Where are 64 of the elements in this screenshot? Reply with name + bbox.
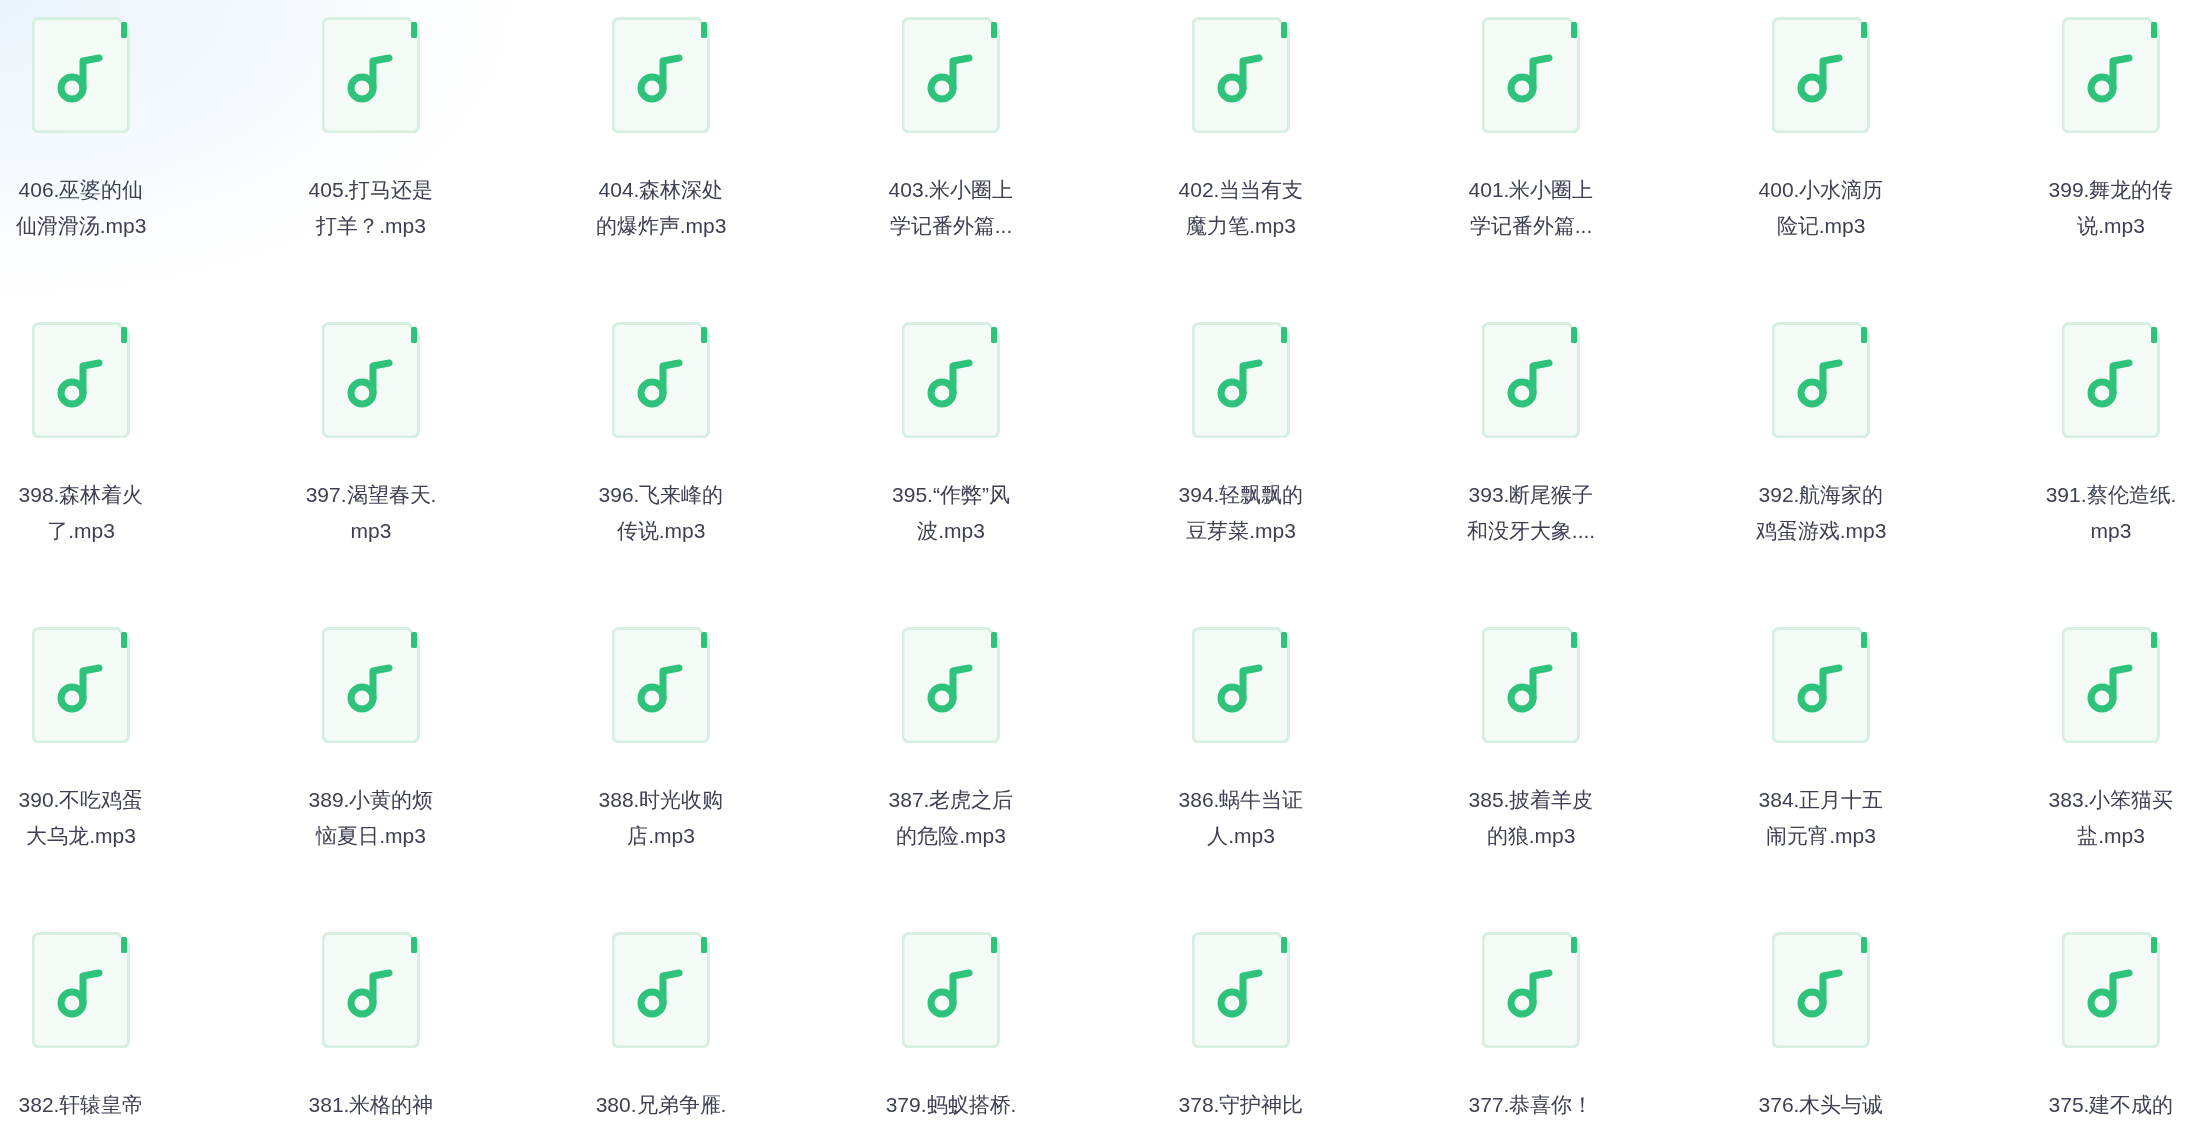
music-file-icon[interactable] bbox=[2062, 627, 2160, 743]
music-file-icon[interactable] bbox=[2062, 17, 2160, 133]
file-name: 388.时光收购店.mp3 bbox=[597, 787, 725, 849]
file-name: 383.小笨猫买盐.mp3 bbox=[2047, 787, 2175, 849]
file-name: 399.舞龙的传说.mp3 bbox=[2047, 177, 2175, 239]
music-file-icon[interactable] bbox=[32, 322, 130, 438]
music-file-icon[interactable] bbox=[612, 627, 710, 743]
music-file-icon[interactable] bbox=[902, 17, 1000, 133]
file-name: 405.打马还是打羊？.mp3 bbox=[307, 177, 435, 239]
music-file-icon[interactable] bbox=[1482, 932, 1580, 1048]
music-file-icon[interactable] bbox=[1192, 17, 1290, 133]
file-name: 375.建不成的 bbox=[2047, 1092, 2175, 1118]
music-file-icon[interactable] bbox=[1192, 932, 1290, 1048]
file-name: 403.米小圈上学记番外篇... bbox=[887, 177, 1015, 239]
music-file-icon[interactable] bbox=[322, 627, 420, 743]
file-name: 394.轻飘飘的豆芽菜.mp3 bbox=[1177, 482, 1305, 544]
file-name: 395.“作弊”风波.mp3 bbox=[891, 482, 1011, 544]
file-name: 377.恭喜你！ bbox=[1467, 1092, 1595, 1118]
file-name: 379.蚂蚁搭桥. bbox=[884, 1092, 1018, 1118]
file-name: 391.蔡伦造纸.mp3 bbox=[2044, 482, 2178, 544]
music-file-icon[interactable] bbox=[612, 322, 710, 438]
music-file-icon[interactable] bbox=[902, 932, 1000, 1048]
music-file-icon[interactable] bbox=[902, 627, 1000, 743]
music-file-icon[interactable] bbox=[1772, 627, 1870, 743]
file-name: 380.兄弟争雁. bbox=[594, 1092, 728, 1118]
music-file-icon[interactable] bbox=[1482, 322, 1580, 438]
file-name: 376.木头与诚 bbox=[1757, 1092, 1885, 1118]
music-file-icon[interactable] bbox=[32, 627, 130, 743]
file-name: 400.小水滴历险记.mp3 bbox=[1757, 177, 1885, 239]
music-file-icon[interactable] bbox=[1192, 322, 1290, 438]
music-file-icon[interactable] bbox=[32, 932, 130, 1048]
music-file-icon[interactable] bbox=[322, 322, 420, 438]
file-name: 396.飞来峰的传说.mp3 bbox=[597, 482, 725, 544]
file-name: 406.巫婆的仙仙滑滑汤.mp3 bbox=[14, 177, 148, 239]
file-name: 389.小黄的烦恼夏日.mp3 bbox=[307, 787, 435, 849]
file-name: 378.守护神比 bbox=[1177, 1092, 1305, 1118]
music-file-icon[interactable] bbox=[1772, 17, 1870, 133]
music-file-icon[interactable] bbox=[612, 932, 710, 1048]
music-file-icon[interactable] bbox=[322, 932, 420, 1048]
file-name: 390.不吃鸡蛋大乌龙.mp3 bbox=[17, 787, 145, 849]
file-name: 382.轩辕皇帝 bbox=[17, 1092, 145, 1118]
file-name: 398.森林着火了.mp3 bbox=[17, 482, 145, 544]
music-file-icon[interactable] bbox=[2062, 322, 2160, 438]
file-name: 404.森林深处的爆炸声.mp3 bbox=[594, 177, 728, 239]
music-file-icon[interactable] bbox=[2062, 932, 2160, 1048]
music-file-icon[interactable] bbox=[1482, 17, 1580, 133]
file-name: 387.老虎之后的危险.mp3 bbox=[887, 787, 1015, 849]
file-name: 401.米小圈上学记番外篇... bbox=[1467, 177, 1595, 239]
music-file-icon[interactable] bbox=[612, 17, 710, 133]
file-name: 385.披着羊皮的狼.mp3 bbox=[1467, 787, 1595, 849]
music-file-icon[interactable] bbox=[1192, 627, 1290, 743]
file-name: 381.米格的神 bbox=[307, 1092, 435, 1118]
music-file-icon[interactable] bbox=[322, 17, 420, 133]
music-file-icon[interactable] bbox=[1482, 627, 1580, 743]
file-name: 384.正月十五闹元宵.mp3 bbox=[1757, 787, 1885, 849]
music-file-icon[interactable] bbox=[32, 17, 130, 133]
file-name: 386.蜗牛当证人.mp3 bbox=[1177, 787, 1305, 849]
music-file-icon[interactable] bbox=[1772, 932, 1870, 1048]
file-name: 392.航海家的鸡蛋游戏.mp3 bbox=[1754, 482, 1888, 544]
music-file-icon[interactable] bbox=[902, 322, 1000, 438]
music-file-icon[interactable] bbox=[1772, 322, 1870, 438]
file-name: 393.断尾猴子和没牙大象.... bbox=[1465, 482, 1597, 544]
file-name: 397.渴望春天.mp3 bbox=[304, 482, 438, 544]
file-name: 402.当当有支魔力笔.mp3 bbox=[1177, 177, 1305, 239]
